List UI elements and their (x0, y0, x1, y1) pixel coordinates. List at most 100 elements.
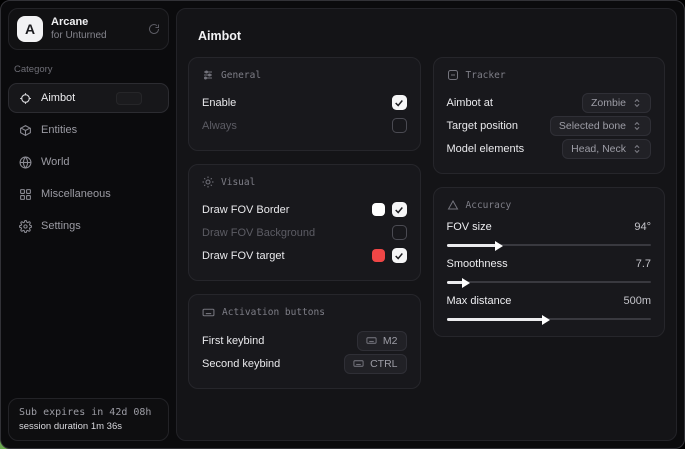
setting-row-fov-size: FOV size 94° (447, 221, 652, 249)
keyboard-icon (366, 335, 377, 346)
always-checkbox[interactable] (392, 118, 407, 133)
fov-size-slider[interactable] (447, 240, 652, 249)
setting-row-max-distance: Max distance 500m (447, 295, 652, 323)
second-keybind-button[interactable]: CTRL (344, 354, 406, 374)
layout-icon (19, 188, 32, 201)
aimbot-hint-badge (116, 92, 142, 105)
setting-row-fov-border: Draw FOV Border (202, 198, 407, 221)
dropdown-value: Zombie (591, 97, 626, 109)
activation-card-header: Activation buttons (202, 306, 407, 319)
brand-logo: A (17, 16, 43, 42)
card-title: General (221, 70, 261, 81)
cube-icon (19, 124, 32, 137)
sidebar-item-miscellaneous[interactable]: Miscellaneous (8, 179, 169, 209)
slider-head: Max distance 500m (447, 295, 652, 307)
model-elements-dropdown[interactable]: Head, Neck (562, 139, 651, 159)
setting-row-model-elements: Model elements Head, Neck (447, 137, 652, 160)
row-controls (372, 202, 407, 217)
setting-label: Draw FOV Background (202, 227, 315, 239)
setting-label: Target position (447, 120, 519, 132)
dropdown-value: Head, Neck (571, 143, 626, 155)
arcane-window: A Arcane for Unturned Category (0, 0, 685, 449)
general-card: General Enable Always (188, 57, 421, 151)
setting-row-smoothness: Smoothness 7.7 (447, 258, 652, 286)
smoothness-slider[interactable] (447, 277, 652, 286)
chevrons-up-down-icon (632, 98, 642, 108)
smoothness-value: 7.7 (636, 258, 651, 270)
desktop-background: A Arcane for Unturned Category (0, 0, 685, 449)
row-controls (372, 248, 407, 263)
dropdown-value: Selected bone (559, 120, 626, 132)
gear-icon (19, 220, 32, 233)
right-column: Tracker Aimbot at Zombie (433, 57, 666, 337)
fov-background-checkbox[interactable] (392, 225, 407, 240)
visual-card: Visual Draw FOV Border (188, 164, 421, 281)
triangle-icon (447, 199, 459, 211)
slider-fill (447, 281, 463, 284)
card-title: Tracker (466, 70, 506, 81)
sub-expires-text: Sub expires in 42d 08h (19, 407, 158, 418)
slider-thumb[interactable] (495, 241, 503, 251)
main-panel: Aimbot (176, 8, 677, 441)
setting-row-first-keybind: First keybind M2 (202, 329, 407, 352)
slider-fill (447, 318, 543, 321)
sidebar-item-aimbot[interactable]: Aimbot (8, 83, 169, 113)
refresh-icon[interactable] (148, 23, 160, 35)
setting-label: Draw FOV target (202, 250, 285, 262)
general-card-header: General (202, 69, 407, 81)
card-title: Visual (221, 177, 255, 188)
target-position-dropdown[interactable]: Selected bone (550, 116, 651, 136)
slider-thumb[interactable] (462, 278, 470, 288)
max-distance-value: 500m (623, 295, 651, 307)
sidebar-item-entities[interactable]: Entities (8, 115, 169, 145)
sidebar-item-label: Miscellaneous (41, 188, 111, 200)
setting-label: Enable (202, 97, 236, 109)
tracker-card-header: Tracker (447, 69, 652, 81)
setting-label: First keybind (202, 335, 264, 347)
accuracy-card: Accuracy FOV size 94° (433, 187, 666, 337)
sliders-icon (202, 69, 214, 81)
sidebar: A Arcane for Unturned Category (1, 1, 176, 448)
frame-minus-icon (447, 69, 459, 81)
brand-card: A Arcane for Unturned (8, 8, 169, 50)
brand-subtitle: for Unturned (51, 30, 140, 42)
aimbot-at-dropdown[interactable]: Zombie (582, 93, 651, 113)
sidebar-item-settings[interactable]: Settings (8, 211, 169, 241)
setting-row-aimbot-at: Aimbot at Zombie (447, 91, 652, 114)
chevrons-up-down-icon (632, 121, 642, 131)
enable-checkbox[interactable] (392, 95, 407, 110)
setting-row-fov-target: Draw FOV target (202, 244, 407, 267)
first-keybind-button[interactable]: M2 (357, 331, 407, 351)
subscription-info-card: Sub expires in 42d 08h session duration … (8, 398, 169, 441)
category-label: Category (14, 64, 163, 75)
tracker-card: Tracker Aimbot at Zombie (433, 57, 666, 174)
accuracy-card-header: Accuracy (447, 199, 652, 211)
cards-columns: General Enable Always (188, 57, 665, 389)
brand-text: Arcane for Unturned (51, 16, 140, 41)
setting-label: Model elements (447, 143, 525, 155)
slider-head: FOV size 94° (447, 221, 652, 233)
fov-size-value: 94° (634, 221, 651, 233)
globe-icon (19, 156, 32, 169)
slider-head: Smoothness 7.7 (447, 258, 652, 270)
fov-target-color-swatch[interactable] (372, 249, 385, 262)
session-duration-text: session duration 1m 36s (19, 421, 158, 432)
card-title: Accuracy (466, 200, 512, 211)
setting-label: Max distance (447, 295, 512, 307)
chevrons-up-down-icon (632, 144, 642, 154)
fov-border-color-swatch[interactable] (372, 203, 385, 216)
sidebar-item-label: Entities (41, 124, 77, 136)
max-distance-slider[interactable] (447, 314, 652, 323)
crosshair-icon (19, 92, 32, 105)
page-title: Aimbot (198, 29, 665, 43)
activation-buttons-card: Activation buttons First keybind M2 (188, 294, 421, 389)
fov-border-checkbox[interactable] (392, 202, 407, 217)
slider-thumb[interactable] (542, 315, 550, 325)
sidebar-nav: Aimbot Entities (8, 83, 169, 241)
sidebar-item-world[interactable]: World (8, 147, 169, 177)
fov-target-checkbox[interactable] (392, 248, 407, 263)
sun-icon (202, 176, 214, 188)
left-column: General Enable Always (188, 57, 421, 389)
setting-row-fov-background: Draw FOV Background (202, 221, 407, 244)
setting-row-target-position: Target position Selected bone (447, 114, 652, 137)
